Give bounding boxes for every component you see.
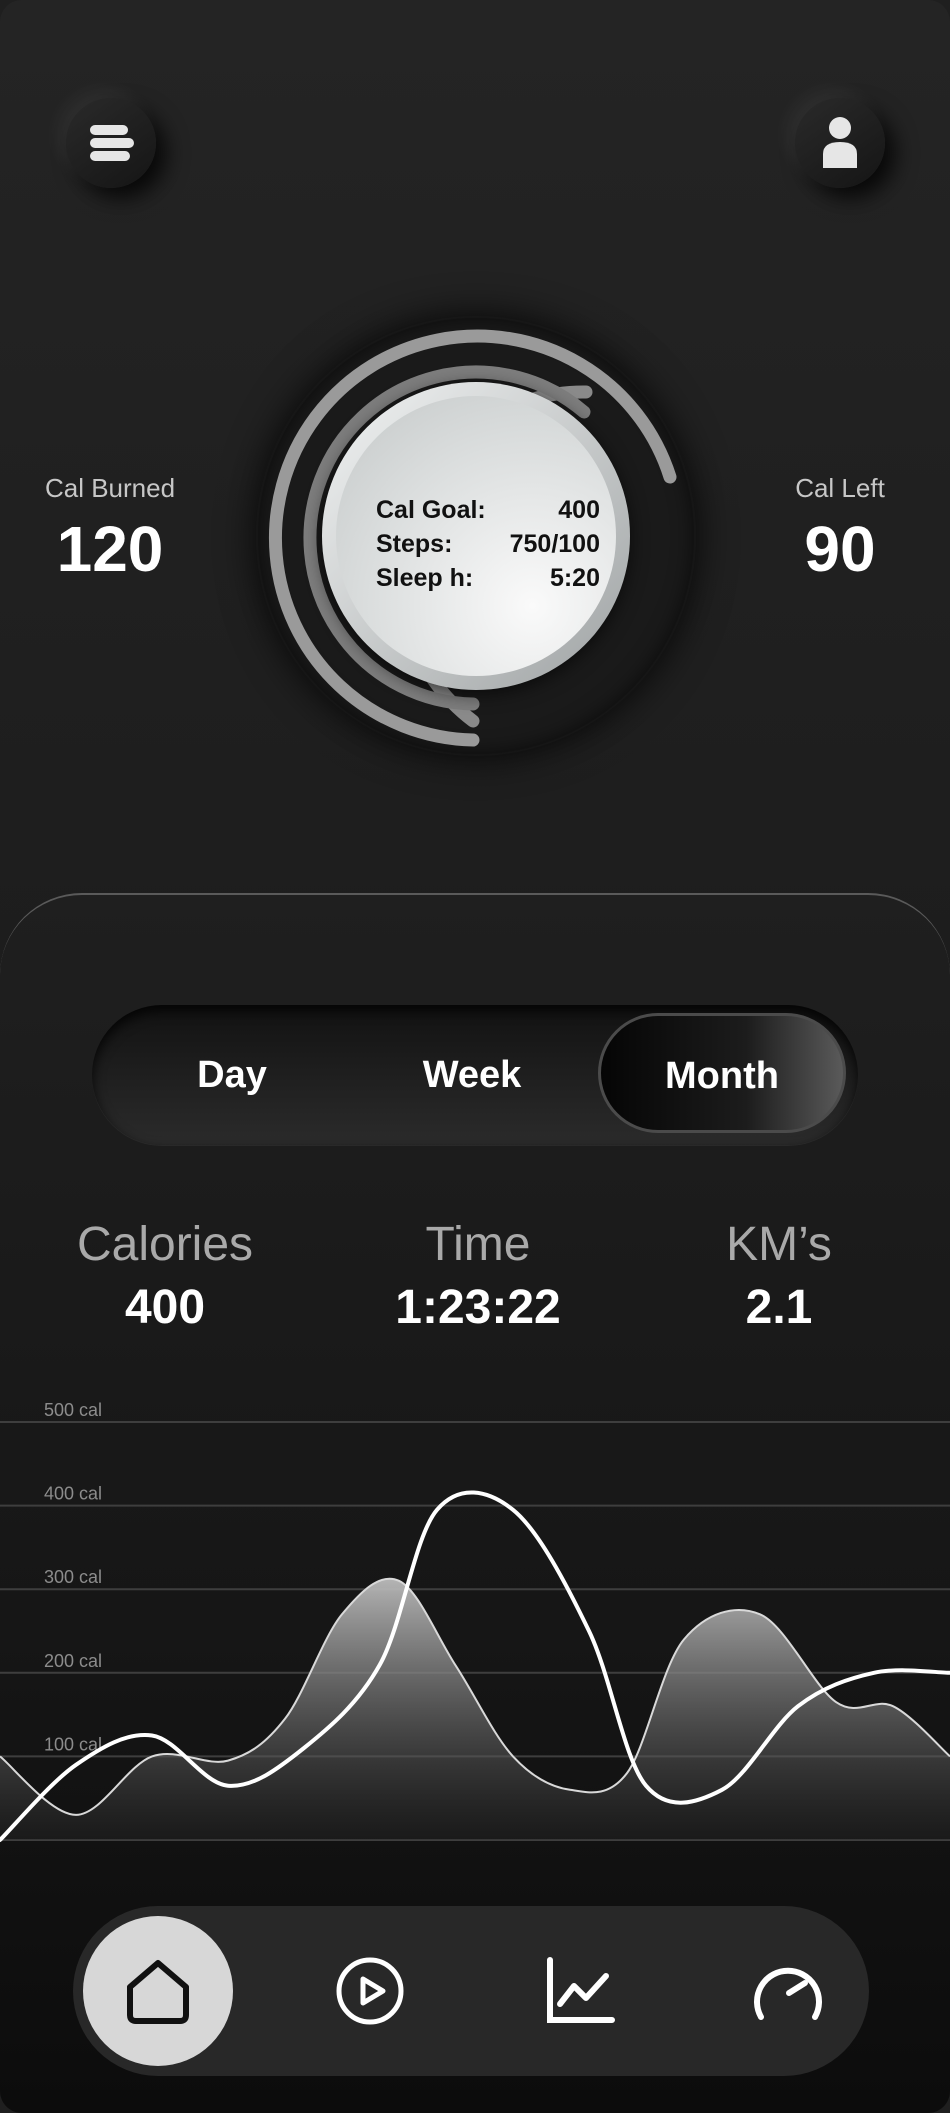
cal-burned-stat: Cal Burned 120: [20, 473, 200, 586]
app-screen: Cal Burned 120 Cal Left 90 Cal Goal: 400…: [0, 0, 950, 2113]
series-area-fill: [0, 1578, 950, 1840]
nav-chart-button[interactable]: [505, 1916, 655, 2066]
y-tick-label: 500 cal: [44, 1400, 102, 1420]
cal-left-stat: Cal Left 90: [750, 473, 930, 586]
metric-label: KM’s: [726, 1218, 832, 1271]
menu-icon: [90, 125, 134, 161]
metric-calories: Calories 400: [45, 1217, 285, 1335]
metric-value: 1:23:22: [395, 1281, 561, 1334]
nav-play-button[interactable]: [295, 1916, 445, 2066]
metric-label: Calories: [76, 1218, 254, 1271]
chart-y-ticks: 500 cal400 cal300 cal200 cal100 cal: [44, 1400, 102, 1754]
metric-value: 400: [124, 1281, 206, 1334]
dial-face: Cal Goal: 400 Steps: 750/100 Sleep h: 5:…: [336, 396, 616, 676]
activity-chart: 500 cal400 cal300 cal200 cal100 cal: [0, 1400, 950, 1842]
period-selector: Day Week Month: [92, 1005, 858, 1145]
dial-core: Cal Goal: 400 Steps: 750/100 Sleep h: 5:…: [322, 382, 630, 690]
dial-info: Cal Goal: 400 Steps: 750/100 Sleep h: 5:…: [376, 496, 600, 598]
dial-row-cal-goal: Cal Goal: 400: [376, 496, 600, 530]
user-icon: [823, 117, 857, 168]
y-tick-label: 200 cal: [44, 1651, 102, 1671]
cal-goal-value: 400: [558, 496, 600, 524]
cal-burned-label: Cal Burned: [44, 473, 176, 503]
metric-label: Time: [425, 1218, 531, 1271]
speedometer-icon: [754, 1967, 822, 2020]
y-tick-label: 400 cal: [44, 1484, 102, 1504]
cal-left-label: Cal Left: [795, 473, 885, 503]
play-icon: [336, 1957, 404, 2025]
nav-home-button[interactable]: [83, 1916, 233, 2066]
chart-series: [0, 1490, 950, 1842]
nav-speed-button[interactable]: [713, 1916, 863, 2066]
home-icon: [127, 1960, 189, 2024]
tab-day[interactable]: Day: [132, 1005, 332, 1145]
progress-dial: Cal Goal: 400 Steps: 750/100 Sleep h: 5:…: [258, 318, 694, 754]
cal-burned-value: 120: [56, 513, 164, 585]
profile-button[interactable]: [795, 98, 885, 188]
sleep-value: 5:20: [549, 564, 600, 592]
dial-row-sleep: Sleep h: 5:20: [376, 564, 600, 598]
steps-label: Steps:: [376, 530, 453, 558]
metric-value: 2.1: [745, 1281, 813, 1334]
metric-time: Time 1:23:22: [358, 1217, 598, 1335]
cal-goal-label: Cal Goal:: [376, 496, 486, 524]
tab-week[interactable]: Week: [372, 1005, 572, 1145]
y-tick-label: 300 cal: [44, 1567, 102, 1587]
steps-value: 750/100: [509, 530, 600, 558]
bottom-nav: [73, 1906, 869, 2076]
metric-kms: KM’s 2.1: [659, 1217, 899, 1335]
sleep-label: Sleep h:: [376, 564, 474, 592]
chart-icon: [547, 1957, 615, 2023]
menu-button[interactable]: [66, 98, 156, 188]
tab-month[interactable]: Month: [598, 1013, 846, 1133]
cal-left-value: 90: [804, 513, 876, 585]
dial-row-steps: Steps: 750/100: [376, 530, 600, 564]
